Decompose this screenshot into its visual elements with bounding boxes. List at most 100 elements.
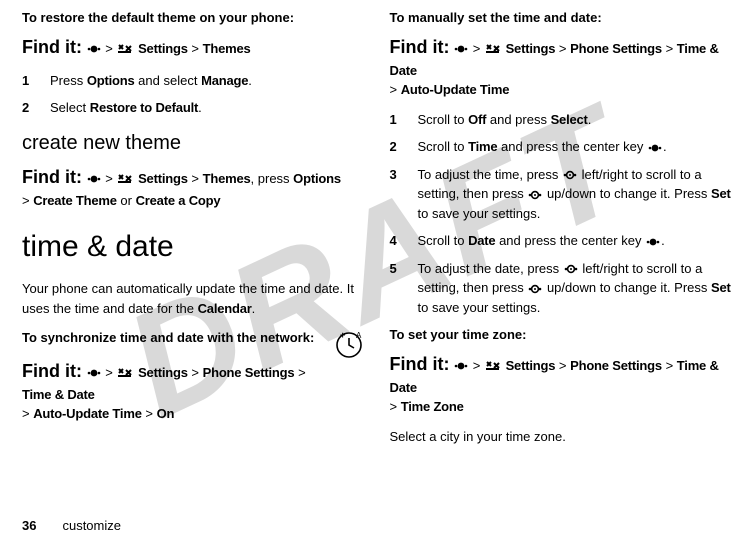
options-label: Options: [293, 171, 341, 186]
settings-label: Settings: [138, 41, 188, 56]
t: .: [248, 73, 252, 88]
t: or: [117, 193, 136, 208]
tools-icon: [116, 366, 134, 380]
restore-findit-line: Find it: > Settings > Themes: [22, 34, 364, 61]
time-label: Time: [468, 139, 497, 154]
page-content: To restore the default theme on your pho…: [22, 8, 731, 456]
themes-label: Themes: [203, 171, 251, 186]
t: Your phone can automatically update the …: [22, 281, 354, 316]
tools-icon: [484, 42, 502, 56]
t: Press: [50, 73, 87, 88]
tz-findit-line: Find it: > Settings > Phone Settings > T…: [390, 351, 732, 417]
tz-heading: To set your time zone:: [390, 325, 732, 345]
create-findit-line: Find it: > Settings > Themes, press Opti…: [22, 164, 364, 211]
center-key-icon: [645, 237, 661, 247]
sep: >: [22, 406, 30, 421]
step-text: Select Restore to Default.: [50, 98, 202, 118]
t: to save your settings.: [418, 206, 541, 221]
tools-icon: [116, 172, 134, 186]
find-it-label: Find it:: [22, 167, 82, 187]
auto-time-icon: +A: [334, 330, 364, 360]
settings-label: Settings: [138, 365, 188, 380]
step-text: To adjust the date, press left/right to …: [418, 259, 732, 318]
center-key-icon: [86, 174, 102, 184]
sep: >: [105, 171, 113, 186]
center-key-icon: [453, 361, 469, 371]
t: up/down to change it. Press: [543, 280, 711, 295]
t: and press: [486, 112, 550, 127]
time-zone-label: Time Zone: [401, 399, 464, 414]
center-key-icon: [453, 44, 469, 54]
find-it-label: Find it:: [390, 354, 450, 374]
nav-key-icon: [527, 189, 543, 201]
off-label: Off: [468, 112, 486, 127]
find-it-label: Find it:: [390, 37, 450, 57]
tz-para: Select a city in your time zone.: [390, 427, 732, 447]
t: , press: [251, 171, 294, 186]
t: up/down to change it. Press: [543, 186, 711, 201]
svg-text:A: A: [356, 331, 362, 340]
step-number: 2: [22, 98, 36, 118]
t: Scroll to: [418, 112, 469, 127]
sync-findit-line: Find it: > Settings > Phone Settings > T…: [22, 358, 364, 424]
create-theme-label: Create Theme: [33, 193, 117, 208]
tools-icon: [116, 42, 134, 56]
options-label: Options: [87, 73, 135, 88]
phone-settings-label: Phone Settings: [570, 41, 662, 56]
manual-step-1: 1 Scroll to Off and press Select.: [390, 110, 732, 130]
page-footer: 36customize: [22, 516, 121, 536]
on-label: On: [157, 406, 175, 421]
t: .: [198, 100, 202, 115]
t: To adjust the time, press: [418, 167, 563, 182]
set-label: Set: [711, 280, 731, 295]
step-text: Scroll to Time and press the center key …: [418, 137, 667, 157]
time-date-label: Time & Date: [22, 387, 95, 402]
step-text: To adjust the time, press left/right to …: [418, 165, 732, 224]
settings-label: Settings: [506, 41, 556, 56]
center-key-icon: [647, 143, 663, 153]
step-text: Scroll to Off and press Select.: [418, 110, 592, 130]
sep: >: [191, 41, 199, 56]
t: and press the center key: [497, 139, 647, 154]
manual-step-5: 5 To adjust the date, press left/right t…: [390, 259, 732, 318]
t: and select: [135, 73, 202, 88]
manual-step-2: 2 Scroll to Time and press the center ke…: [390, 137, 732, 157]
restore-step-1: 1 Press Options and select Manage.: [22, 71, 364, 91]
svg-text:+: +: [340, 330, 345, 340]
step-number: 1: [390, 110, 404, 130]
restore-step-2: 2 Select Restore to Default.: [22, 98, 364, 118]
t: Scroll to: [418, 233, 469, 248]
manual-findit-line: Find it: > Settings > Phone Settings > T…: [390, 34, 732, 100]
manual-step-4: 4 Scroll to Date and press the center ke…: [390, 231, 732, 251]
sep: >: [666, 41, 674, 56]
t: .: [588, 112, 592, 127]
sync-heading-text: To synchronize time and date with the ne…: [22, 330, 310, 345]
center-key-icon: [86, 44, 102, 54]
sep: >: [390, 82, 398, 97]
auto-update-time-label: Auto-Update Time: [33, 406, 142, 421]
nav-key-icon: [562, 169, 578, 181]
t: To manually set the time and date: [390, 10, 598, 25]
manual-step-3: 3 To adjust the time, press left/right t…: [390, 165, 732, 224]
t: .: [663, 139, 667, 154]
time-date-para: Your phone can automatically update the …: [22, 279, 364, 318]
create-theme-heading: create new theme: [22, 128, 364, 158]
t: .: [252, 301, 256, 316]
auto-update-time-label: Auto-Update Time: [401, 82, 510, 97]
t: To adjust the date, press: [418, 261, 563, 276]
manual-heading: To manually set the time and date:: [390, 8, 732, 28]
left-column: To restore the default theme on your pho…: [22, 8, 364, 456]
phone-settings-label: Phone Settings: [203, 365, 295, 380]
nav-key-icon: [527, 283, 543, 295]
sep: >: [191, 365, 199, 380]
step-number: 1: [22, 71, 36, 91]
sep: >: [22, 193, 30, 208]
sep: >: [105, 41, 113, 56]
date-label: Date: [468, 233, 495, 248]
sep: >: [191, 171, 199, 186]
step-number: 5: [390, 259, 404, 318]
time-date-heading: time & date: [22, 224, 364, 269]
sep: >: [105, 365, 113, 380]
sep: >: [145, 406, 153, 421]
step-number: 2: [390, 137, 404, 157]
